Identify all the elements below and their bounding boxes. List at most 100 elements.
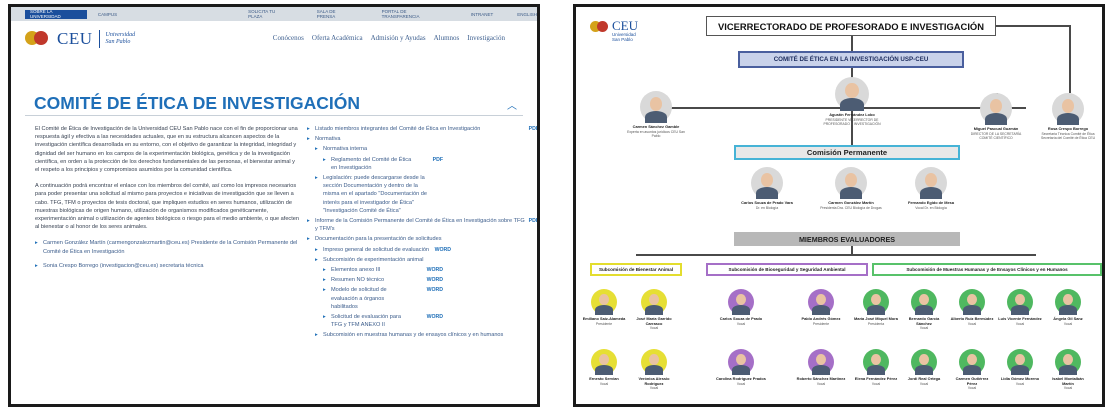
person-role: Secretaria Técnica Comité de Ética Secre…	[1040, 131, 1096, 140]
person-name: Isabel Montalbán Martín	[1052, 376, 1084, 386]
person-photo	[728, 289, 754, 315]
person-photo	[915, 167, 947, 199]
person-name: Jordi Real Ortega	[907, 376, 941, 381]
person-role: Vocal	[1015, 381, 1025, 386]
contact-secretary[interactable]: Sonia Crespo Borrego (investigacion@ceu.…	[35, 262, 300, 270]
nav-admision-ayudas[interactable]: Admisión y Ayudas	[371, 34, 426, 42]
word-badge[interactable]: WORD	[427, 276, 443, 284]
comite-box: COMITÉ DE ÉTICA EN LA INVESTIGACIÓN USP-…	[738, 51, 964, 68]
person-photo	[1055, 289, 1081, 315]
impreso-link[interactable]: Impreso general de solicitud de evaluaci…	[315, 246, 525, 254]
person-photo	[591, 289, 617, 315]
person-card: Rosa Crespo Borrego Secretaria Técnica C…	[1038, 93, 1098, 140]
subcomision-animal-item[interactable]: Subcomisión de experimentación animal	[315, 256, 525, 264]
person-role: Vocal	[967, 386, 977, 391]
subcomision-humanos-box: Subcomisión de Muestras Humanas y de Ens…	[872, 263, 1102, 276]
elementos-link[interactable]: Elementos anexo III WORD	[323, 266, 443, 274]
pdf-badge[interactable]: PDF	[433, 156, 443, 164]
nav-alumnos[interactable]: Alumnos	[434, 34, 460, 42]
normativa-item[interactable]: Normativa	[307, 135, 525, 143]
reglamento-link[interactable]: Reglamento del Comité de Ética en Invest…	[323, 156, 443, 172]
word-badge[interactable]: WORD	[427, 313, 443, 321]
person-photo	[1007, 289, 1033, 315]
normativa-interna-item[interactable]: Normativa interna	[315, 145, 525, 153]
tab-campus[interactable]: CAMPUS	[93, 10, 122, 19]
intro-column: El Comité de Ética de Investigación de l…	[35, 125, 300, 270]
person-card: María José Miquel Mora Presidenta	[854, 289, 898, 326]
person-card: Lidia Gómez Moreno Vocal	[998, 349, 1042, 386]
person-name: Elena Fernández Pérez	[854, 376, 898, 381]
person-photo	[1052, 93, 1084, 125]
tab-sobre-universidad[interactable]: SOBRE LA UNIVERSIDAD	[25, 9, 87, 19]
members-list-label: Listado miembros integrantes del Comité …	[315, 126, 481, 132]
connector-line	[636, 254, 1036, 256]
person-card: Ángela Gil Sanz Vocal	[1046, 289, 1090, 326]
informe-label: Informe de la Comisión Permanente del Co…	[315, 218, 525, 233]
person-role: Vocal	[1063, 386, 1073, 391]
nav-investigacion[interactable]: Investigación	[467, 34, 505, 42]
ceu-logo-icon[interactable]	[25, 29, 51, 49]
connector-line	[1069, 25, 1071, 93]
modelo-link[interactable]: Modelo de solicitud de evaluación a órga…	[323, 286, 443, 311]
subcomision-animal-box: Subcomisión de Bienestar Animal	[590, 263, 682, 276]
connector-line	[851, 36, 853, 51]
main-nav: Conócenos Oferta Académica Admisión y Ay…	[265, 34, 505, 42]
person-role: Vocal Dr. en Biología	[915, 205, 947, 210]
comision-permanente-box: Comisión Permanente	[734, 145, 960, 160]
word-badge[interactable]: WORD	[427, 266, 443, 274]
person-name: María José Miquel Mora	[854, 316, 898, 321]
person-photo	[959, 289, 985, 315]
person-card: Fernando Egido de Mesa Vocal Dr. en Biol…	[898, 167, 964, 210]
word-badge[interactable]: WORD	[427, 286, 443, 294]
pdf-badge[interactable]: PDF	[529, 217, 537, 225]
person-photo	[751, 167, 783, 199]
person-card: Luis Vicente Fernández Vocal	[998, 289, 1042, 326]
person-photo	[808, 349, 834, 375]
documentacion-item[interactable]: Documentación para la presentación de so…	[307, 235, 525, 243]
sala-prensa-link[interactable]: SALA DE PRENSA	[317, 9, 354, 19]
solicitud-tfg-link[interactable]: Solicitud de evaluación para TFG y TFM A…	[323, 313, 443, 329]
person-name: Carlos Souza de Prado Vara	[741, 200, 793, 205]
person-photo	[728, 349, 754, 375]
person-photo	[1055, 349, 1081, 375]
intranet-link[interactable]: INTRANET	[471, 12, 494, 17]
contact-president[interactable]: Carmen González Martín (carmengonzalezma…	[35, 239, 300, 255]
informe-link[interactable]: Informe de la Comisión Permanente del Co…	[307, 217, 537, 233]
person-card: Bernardo García Sánchez Vocal	[902, 289, 946, 330]
chevron-up-icon[interactable]: ︿	[507, 97, 517, 112]
person-role: Vocal	[816, 381, 826, 386]
nav-oferta-academica[interactable]: Oferta Académica	[312, 34, 363, 42]
person-role: DIRECTOR DE LA SECRETARÍA COMITÉ CIENTÍF…	[970, 131, 1022, 140]
elementos-label: Elementos anexo III	[331, 267, 381, 274]
person-name: Carmen Sánchez Gamble	[632, 124, 680, 129]
person-role: Vocal	[736, 321, 746, 326]
person-card: Isabel Montalbán Martín Vocal	[1046, 349, 1090, 390]
legislacion-item[interactable]: Legislación: puede descargarse desde la …	[315, 174, 435, 215]
resumen-link[interactable]: Resumen NO técnico WORD	[323, 276, 443, 284]
person-name: Carlos Souza de Prado	[719, 316, 763, 321]
person-card: Alberto Ruiz Bermúdez Vocal	[950, 289, 994, 326]
subcomision-muestras-item[interactable]: Subcomisión en muestras humanas y de ens…	[315, 331, 525, 339]
org-chart-panel: CEU Universidad San Pablo VICERRECTORADO…	[573, 4, 1105, 407]
person-role: Vocal	[649, 326, 659, 331]
person-role: Dr. en Biología	[755, 205, 779, 210]
pdf-badge[interactable]: PDF	[529, 125, 537, 133]
person-photo	[641, 289, 667, 315]
english-link[interactable]: ENGLISH	[517, 12, 537, 17]
solicita-plaza-link[interactable]: SOLICITA TU PLAZA	[248, 9, 289, 19]
brand-separator	[98, 30, 100, 48]
org-chart-logo: CEU Universidad San Pablo	[590, 19, 638, 42]
person-name: Bernardo García Sánchez	[908, 316, 940, 326]
person-photo	[863, 289, 889, 315]
brand-subtitle: Universidad San Pablo	[106, 32, 136, 46]
nav-conocenos[interactable]: Conócenos	[273, 34, 304, 42]
person-photo	[641, 349, 667, 375]
reglamento-label: Reglamento del Comité de Ética en Invest…	[331, 156, 412, 171]
word-badge[interactable]: WORD	[435, 247, 451, 253]
vicerrectorado-box: VICERRECTORADO DE PROFESORADO E INVESTIG…	[706, 16, 996, 36]
members-list-link[interactable]: Listado miembros integrantes del Comité …	[307, 125, 537, 133]
person-name: Alberto Ruiz Bermúdez	[950, 316, 994, 321]
portal-transparencia-link[interactable]: PORTAL DE TRANSPARENCIA	[382, 9, 443, 19]
person-card: Verónica Alessio Rodríguez Vocal	[632, 349, 676, 390]
person-name: Roberto Sánchez Martínez	[796, 376, 846, 381]
